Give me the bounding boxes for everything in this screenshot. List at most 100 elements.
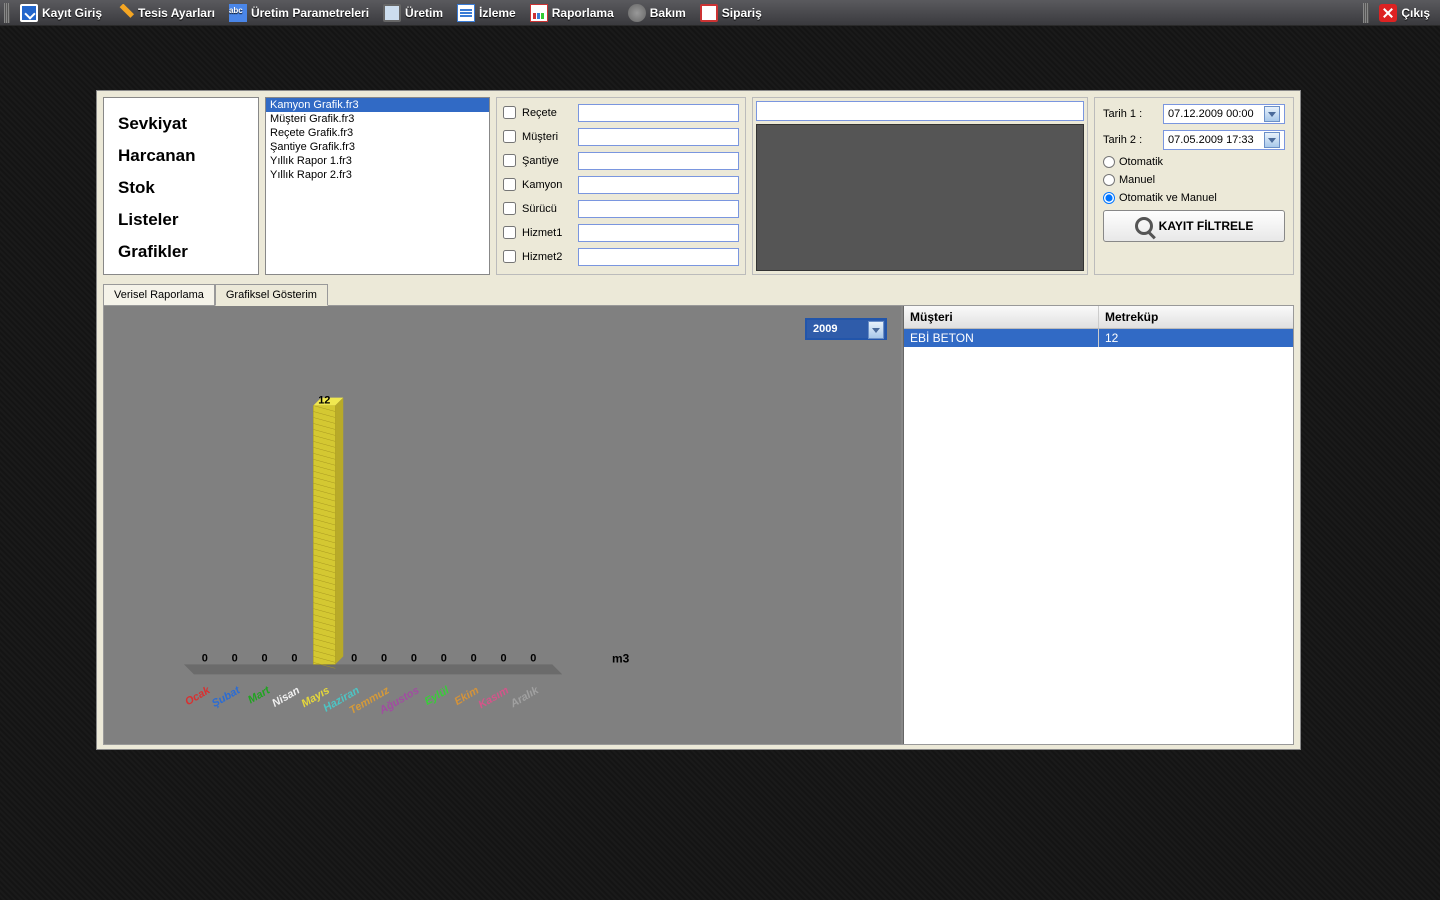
radio-manuel-label: Manuel: [1119, 174, 1155, 186]
svg-text:0: 0: [291, 652, 297, 664]
menu-bakim[interactable]: Bakım: [622, 2, 692, 24]
svg-text:0: 0: [411, 652, 417, 664]
svg-text:0: 0: [381, 652, 387, 664]
chart-icon: [530, 4, 548, 22]
radio-both[interactable]: [1103, 192, 1115, 204]
tree-grafikler[interactable]: Grafikler: [116, 236, 254, 268]
arrow-down-icon: [20, 4, 38, 22]
close-icon: [1379, 4, 1397, 22]
bar-chart: 0Ocak0Şubat0Mart0Nisan12Mayıs0Haziran0Te…: [104, 306, 901, 744]
gear-icon: [628, 4, 646, 22]
radio-both-label: Otomatik ve Manuel: [1119, 192, 1217, 204]
tree-stok[interactable]: Stok: [116, 172, 254, 204]
col-musteri[interactable]: Müşteri: [904, 306, 1099, 328]
svg-text:0: 0: [530, 652, 536, 664]
toolbar-grip-right: [1363, 3, 1369, 23]
svg-text:0: 0: [500, 652, 506, 664]
filter-check-reçete[interactable]: [503, 106, 516, 119]
file-item[interactable]: Reçete Grafik.fr3: [266, 126, 489, 140]
svg-text:Kasım: Kasım: [477, 684, 512, 711]
filter-extra-panel: [752, 97, 1088, 275]
category-tree: Sevkiyat Harcanan Stok Listeler Grafikle…: [103, 97, 259, 275]
menu-tesis-ayarlari[interactable]: Tesis Ayarları: [110, 2, 221, 24]
filter-input-hizmet1[interactable]: [578, 224, 739, 242]
svg-text:0: 0: [232, 652, 238, 664]
chevron-down-icon[interactable]: [1264, 106, 1280, 122]
svg-text:0: 0: [351, 652, 357, 664]
svg-text:0: 0: [202, 652, 208, 664]
menu-siparis[interactable]: Sipariş: [694, 2, 768, 24]
svg-text:Aralık: Aralık: [508, 684, 542, 711]
tabs: Verisel Raporlama Grafiksel Gösterim: [97, 283, 1300, 305]
main-panel: Sevkiyat Harcanan Stok Listeler Grafikle…: [96, 90, 1301, 750]
report-icon: [457, 4, 475, 22]
menu-cikis[interactable]: Çıkış: [1373, 2, 1436, 24]
svg-text:Şubat: Şubat: [210, 684, 243, 710]
toolbar-grip: [4, 3, 10, 23]
svg-text:Mart: Mart: [246, 684, 273, 707]
svg-text:Nisan: Nisan: [270, 684, 302, 709]
wrench-icon: [116, 4, 134, 22]
tab-grafiksel[interactable]: Grafiksel Gösterim: [215, 284, 328, 306]
filter-input-müşteri[interactable]: [578, 128, 739, 146]
file-item[interactable]: Yıllık Rapor 2.fr3: [266, 168, 489, 182]
filter-label: Hizmet2: [522, 251, 572, 263]
radio-manuel[interactable]: [1103, 174, 1115, 186]
file-item[interactable]: Şantiye Grafik.fr3: [266, 140, 489, 154]
filter-input-kamyon[interactable]: [578, 176, 739, 194]
chart-pane: 2009 0Ocak0Şubat0Mart0Nisan12Mayıs0Hazir…: [104, 306, 901, 744]
svg-text:0: 0: [262, 652, 268, 664]
svg-text:0: 0: [441, 652, 447, 664]
table-row[interactable]: EBİ BETON12: [904, 329, 1293, 347]
document-icon: [700, 4, 718, 22]
preview-area: [756, 124, 1084, 271]
filter-check-hizmet1[interactable]: [503, 226, 516, 239]
tab-body: 2009 0Ocak0Şubat0Mart0Nisan12Mayıs0Hazir…: [103, 305, 1294, 745]
svg-text:12: 12: [318, 395, 330, 407]
filter-label: Müşteri: [522, 131, 572, 143]
menu-raporlama[interactable]: Raporlama: [524, 2, 620, 24]
menu-kayit-giris[interactable]: Kayıt Giriş: [14, 2, 108, 24]
filter-label: Kamyon: [522, 179, 572, 191]
tree-sevkiyat[interactable]: Sevkiyat: [116, 108, 254, 140]
filter-label: Sürücü: [522, 203, 572, 215]
tarih1-input[interactable]: 07.12.2009 00:00: [1163, 104, 1285, 124]
svg-text:Ekim: Ekim: [452, 684, 481, 708]
menu-uretim[interactable]: Üretim: [377, 2, 449, 24]
filter-check-sürücü[interactable]: [503, 202, 516, 215]
filter-label: Şantiye: [522, 155, 572, 167]
filter-input-reçete[interactable]: [578, 104, 739, 122]
chevron-down-icon[interactable]: [1264, 132, 1280, 148]
tab-verisel[interactable]: Verisel Raporlama: [103, 284, 215, 306]
menu-uretim-parametreleri[interactable]: Üretim Parametreleri: [223, 2, 375, 24]
filter-fields: ReçeteMüşteriŞantiyeKamyonSürücüHizmet1H…: [496, 97, 746, 275]
filter-check-şantiye[interactable]: [503, 154, 516, 167]
filter-check-müşteri[interactable]: [503, 130, 516, 143]
tarih2-input[interactable]: 07.05.2009 17:33: [1163, 130, 1285, 150]
search-icon: [1135, 217, 1153, 235]
filter-check-hizmet2[interactable]: [503, 250, 516, 263]
filter-input-sürücü[interactable]: [578, 200, 739, 218]
filter-input-hizmet2[interactable]: [578, 248, 739, 266]
filter-extra-input[interactable]: [756, 101, 1084, 121]
radio-otomatik-label: Otomatik: [1119, 156, 1163, 168]
monitor-icon: [383, 4, 401, 22]
filter-label: Reçete: [522, 107, 572, 119]
radio-otomatik[interactable]: [1103, 156, 1115, 168]
svg-text:Eylül: Eylül: [423, 684, 452, 708]
tree-listeler[interactable]: Listeler: [116, 204, 254, 236]
filter-check-kamyon[interactable]: [503, 178, 516, 191]
file-item[interactable]: Müşteri Grafik.fr3: [266, 112, 489, 126]
abc-icon: [229, 4, 247, 22]
main-toolbar: Kayıt Giriş Tesis Ayarları Üretim Parame…: [0, 0, 1440, 26]
menu-izleme[interactable]: İzleme: [451, 2, 522, 24]
tarih2-label: Tarih 2 :: [1103, 134, 1157, 146]
tree-harcanan[interactable]: Harcanan: [116, 140, 254, 172]
file-item[interactable]: Yıllık Rapor 1.fr3: [266, 154, 489, 168]
file-item[interactable]: Kamyon Grafik.fr3: [266, 98, 489, 112]
filter-input-şantiye[interactable]: [578, 152, 739, 170]
col-metrekup[interactable]: Metreküp: [1099, 306, 1293, 328]
kayit-filtrele-button[interactable]: KAYIT FİLTRELE: [1103, 210, 1285, 242]
report-file-list[interactable]: Kamyon Grafik.fr3Müşteri Grafik.fr3Reçet…: [265, 97, 490, 275]
tarih1-label: Tarih 1 :: [1103, 108, 1157, 120]
